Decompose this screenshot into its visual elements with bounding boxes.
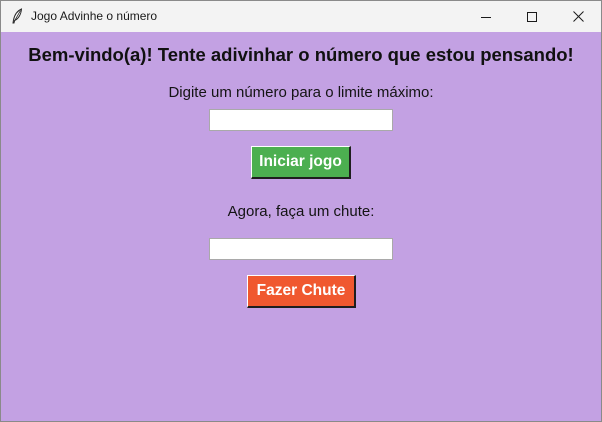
main-content: Bem-vindo(a)! Tente adivinhar o número q… xyxy=(1,32,601,421)
start-game-button[interactable]: Iniciar jogo xyxy=(251,146,351,179)
app-window: Jogo Advinhe o número Bem-vindo(a)! Tent… xyxy=(0,0,602,422)
feather-icon xyxy=(10,8,24,24)
title-bar[interactable]: Jogo Advinhe o número xyxy=(1,1,601,32)
minimize-icon xyxy=(481,12,491,22)
guess-label: Agora, faça um chute: xyxy=(227,203,375,220)
window-title: Jogo Advinhe o número xyxy=(31,9,158,23)
max-limit-label: Digite um número para o limite máximo: xyxy=(168,84,434,101)
minimize-button[interactable] xyxy=(463,1,509,32)
maximize-icon xyxy=(527,11,537,22)
make-guess-button[interactable]: Fazer Chute xyxy=(247,275,356,308)
close-icon xyxy=(572,11,584,22)
guess-input[interactable] xyxy=(209,238,393,260)
max-limit-input[interactable] xyxy=(209,109,393,131)
welcome-heading: Bem-vindo(a)! Tente adivinhar o número q… xyxy=(28,44,574,65)
close-button[interactable] xyxy=(555,1,601,32)
maximize-button[interactable] xyxy=(509,1,555,32)
